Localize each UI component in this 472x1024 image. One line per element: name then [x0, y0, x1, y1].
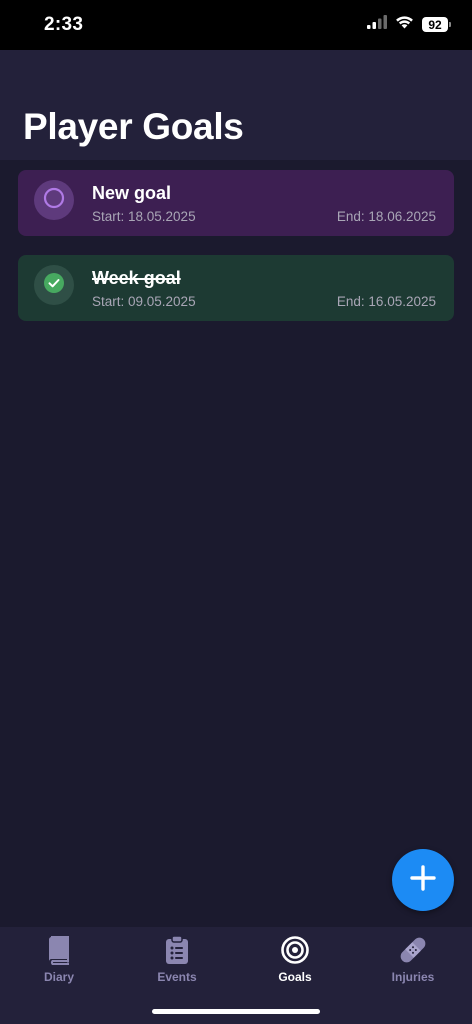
status-icons: 92 — [367, 15, 451, 34]
checkmark-circle-icon — [43, 272, 65, 299]
cellular-signal-icon — [367, 15, 387, 34]
battery-icon: 92 — [422, 17, 451, 32]
add-goal-button[interactable] — [392, 849, 454, 911]
goal-title: Week goal — [92, 268, 181, 288]
goal-start-date: Start: 09.05.2025 — [92, 294, 196, 309]
goal-start-date: Start: 18.05.2025 — [92, 209, 196, 224]
tab-label: Diary — [43, 970, 75, 984]
tab-injuries[interactable]: Injuries — [354, 927, 472, 997]
tab-goals[interactable]: Goals — [236, 927, 354, 997]
status-time: 2:33 — [44, 14, 84, 35]
target-icon — [281, 934, 309, 966]
wifi-icon — [395, 15, 414, 34]
book-icon — [46, 934, 72, 966]
goals-screen: 2:33 92 Player Goals New goal Start: 18.… — [0, 0, 472, 1024]
bandage-icon — [398, 934, 428, 966]
tab-diary[interactable]: Diary — [0, 927, 118, 997]
status-bar: 2:33 92 — [0, 0, 472, 50]
tab-label: Events — [157, 970, 197, 984]
empty-circle-icon — [43, 187, 65, 214]
goal-end-date: End: 18.06.2025 — [336, 209, 436, 224]
goal-toggle[interactable] — [34, 180, 74, 220]
tab-label: Injuries — [391, 970, 435, 984]
clipboard-list-icon — [165, 934, 189, 966]
header: Player Goals — [0, 50, 472, 160]
goal-card-week-goal[interactable]: Week goal Start: 09.05.2025 End: 16.05.2… — [18, 255, 454, 321]
goal-end-date: End: 16.05.2025 — [336, 294, 436, 309]
goal-title: New goal — [92, 183, 172, 203]
page-title: Player Goals — [23, 106, 244, 147]
goal-card-new-goal[interactable]: New goal Start: 18.05.2025 End: 18.06.20… — [18, 170, 454, 236]
tab-label: Goals — [278, 970, 312, 984]
home-indicator — [152, 1009, 320, 1014]
plus-icon — [410, 864, 436, 896]
tab-events[interactable]: Events — [118, 927, 236, 997]
goal-toggle[interactable] — [34, 265, 74, 305]
